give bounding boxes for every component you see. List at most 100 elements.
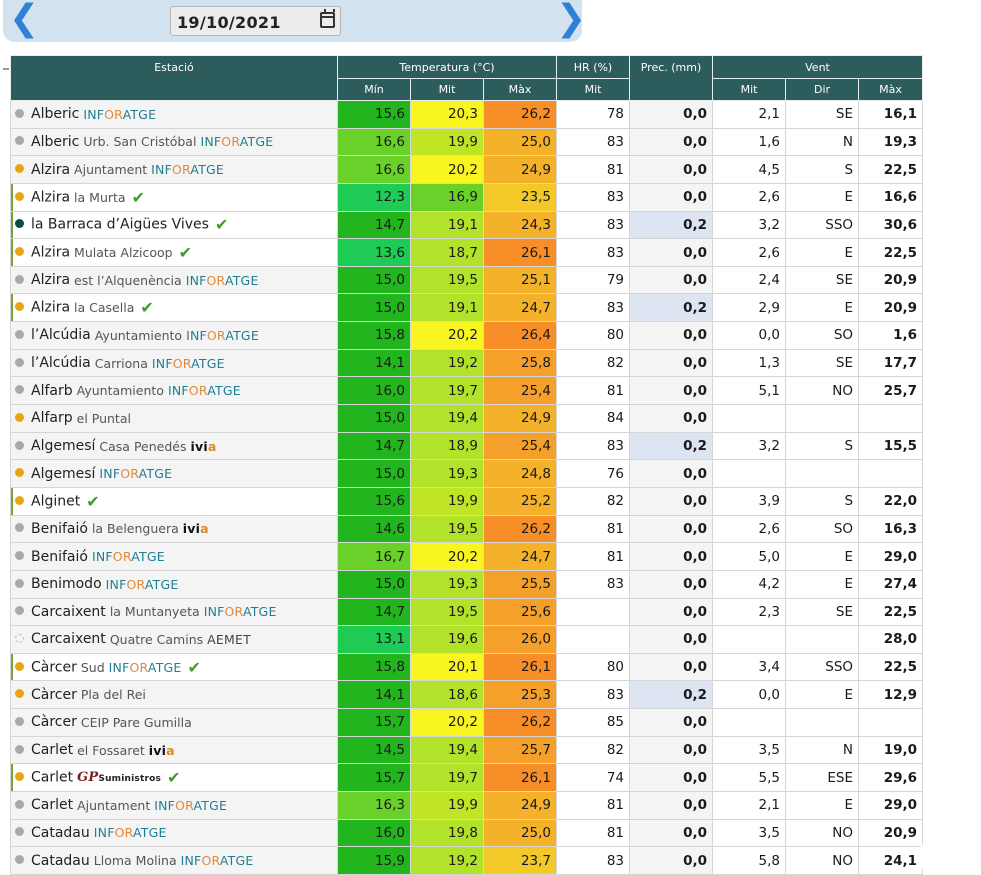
station-cell[interactable]: Algemesí INFORATGE bbox=[10, 459, 338, 488]
table-row[interactable]: Carlet Ajuntament INFORATGE 16,3 19,9 24,9 81 0… bbox=[10, 791, 924, 820]
table-row[interactable]: Carcaixent la Muntanyeta INFORATGE 14,7 19,5… bbox=[10, 597, 924, 627]
station-cell[interactable]: Carlet el Fossaret ivia bbox=[10, 735, 338, 765]
table-row[interactable]: l’Alcúdia Ayuntamiento INFORATGE 15,8 20,2 26… bbox=[10, 321, 924, 350]
station-name[interactable]: Càrcer bbox=[31, 687, 77, 703]
station-name[interactable]: la Barraca d’Aigües Vives bbox=[31, 217, 209, 233]
table-row[interactable]: Carcaixent Quatre Camins AEMET 13,1 19,6 26,0… bbox=[10, 625, 924, 654]
table-row[interactable]: Benifaió INFORATGE 16,7 20,2 24,7 81 0,0 5,0 E 29… bbox=[10, 542, 924, 571]
station-cell[interactable]: Catadau INFORATGE bbox=[10, 818, 338, 848]
table-row[interactable]: Alzira la Casella ✔ 15,0 19,1 24,7 83 0,2 2,9 E 20… bbox=[10, 293, 924, 323]
station-name[interactable]: Carcaixent bbox=[31, 604, 106, 620]
station-cell[interactable]: Alzira la Murta ✔ bbox=[10, 182, 338, 212]
date-picker-input[interactable]: 19/10/2021 bbox=[170, 6, 341, 36]
station-name[interactable]: Carlet bbox=[31, 770, 73, 786]
station-name[interactable]: Alzira bbox=[31, 300, 70, 316]
station-cell[interactable]: Alfarb Ayuntamiento INFORATGE bbox=[10, 376, 338, 406]
calendar-icon[interactable] bbox=[320, 9, 335, 28]
station-name[interactable]: Càrcer bbox=[31, 714, 77, 730]
chevron-right-icon[interactable]: ❯ bbox=[556, 1, 586, 37]
header-hr-mit[interactable]: Mit bbox=[556, 78, 631, 101]
station-cell[interactable]: Alzira Ajuntament INFORATGE bbox=[10, 155, 338, 184]
table-row[interactable]: Carlet el Fossaret ivia 14,5 19,4 25,7 82 0,0 3,… bbox=[10, 735, 924, 765]
station-cell[interactable]: la Barraca d’Aigües Vives ✔ bbox=[10, 210, 338, 240]
station-name[interactable]: Carcaixent bbox=[31, 631, 106, 647]
table-row[interactable]: Alberic INFORATGE 15,6 20,3 26,2 78 0,0 2,1 SE 16… bbox=[10, 100, 924, 129]
table-row[interactable]: Benimodo INFORATGE 15,0 19,3 25,5 83 0,0 4,2 E 27… bbox=[10, 569, 924, 599]
station-name[interactable]: Carlet bbox=[31, 797, 73, 813]
station-name[interactable]: Càrcer bbox=[31, 659, 77, 675]
station-name[interactable]: l’Alcúdia bbox=[31, 355, 91, 371]
table-row[interactable]: la Barraca d’Aigües Vives ✔ 14,7 19,1 24,3 83… bbox=[10, 210, 924, 240]
table-row[interactable]: Alfarp el Puntal 15,0 19,4 24,9 84 0,0 bbox=[10, 404, 924, 433]
station-name[interactable]: Alberic bbox=[31, 134, 79, 150]
header-temp-min[interactable]: Mín bbox=[337, 78, 411, 101]
table-row[interactable]: Càrcer Pla del Rei 14,1 18,6 25,3 83 0,2 0,0 E 12… bbox=[10, 680, 924, 710]
station-name[interactable]: l’Alcúdia bbox=[31, 327, 91, 343]
table-row[interactable]: Alzira la Murta ✔ 12,3 16,9 23,5 83 0,0 2,6 E 16,6 bbox=[10, 182, 924, 212]
table-row[interactable]: Alzira Mulata Alzicoop ✔ 13,6 18,7 26,1 83 0,0 2… bbox=[10, 238, 924, 267]
table-row[interactable]: Catadau INFORATGE 16,0 19,8 25,0 81 0,0 3,5 NO 20… bbox=[10, 818, 924, 848]
station-cell[interactable]: Alfarp el Puntal bbox=[10, 404, 338, 433]
station-cell[interactable]: Benifaió INFORATGE bbox=[10, 542, 338, 571]
station-cell[interactable]: Carcaixent Quatre Camins AEMET bbox=[10, 625, 338, 654]
station-cell[interactable]: Benimodo INFORATGE bbox=[10, 569, 338, 599]
date-value[interactable]: 19/10/2021 bbox=[177, 13, 281, 32]
header-station[interactable]: Estació bbox=[10, 55, 338, 101]
station-name[interactable]: Benifaió bbox=[31, 521, 88, 537]
station-name[interactable]: Alginet bbox=[31, 493, 80, 509]
station-cell[interactable]: l’Alcúdia Carriona INFORATGE bbox=[10, 348, 338, 378]
header-wind-max[interactable]: Màx bbox=[858, 78, 924, 101]
station-cell[interactable]: Carlet Ajuntament INFORATGE bbox=[10, 791, 338, 820]
table-row[interactable]: Alginet ✔ 15,6 19,9 25,2 82 0,0 3,9 S 22,0 bbox=[10, 486, 924, 516]
station-name[interactable]: Benifaió bbox=[31, 549, 88, 565]
header-temp-mit[interactable]: Mit bbox=[410, 78, 484, 101]
station-cell[interactable]: Alginet ✔ bbox=[10, 486, 338, 516]
station-name[interactable]: Alfarb bbox=[31, 383, 73, 399]
station-name[interactable]: Alfarp bbox=[31, 410, 73, 426]
station-cell[interactable]: Benifaió la Belenguera ivia bbox=[10, 514, 338, 544]
station-name[interactable]: Carlet bbox=[31, 742, 73, 758]
header-temp-max[interactable]: Màx bbox=[482, 78, 558, 101]
station-cell[interactable]: Alberic INFORATGE bbox=[10, 100, 338, 129]
station-name[interactable]: Catadau bbox=[31, 853, 90, 869]
station-cell[interactable]: Càrcer Pla del Rei bbox=[10, 680, 338, 710]
station-cell[interactable]: Algemesí Casa Penedés ivia bbox=[10, 431, 338, 461]
table-row[interactable]: Càrcer Sud INFORATGE ✔ 15,8 20,1 26,1 80 0,0 3,4 S… bbox=[10, 652, 924, 682]
station-name[interactable]: Algemesí bbox=[31, 438, 95, 454]
station-name[interactable]: Alzira bbox=[31, 162, 70, 178]
station-cell[interactable]: Alzira est l’Alquenència INFORATGE bbox=[10, 265, 338, 295]
station-cell[interactable]: Carlet GPSuministros ✔ bbox=[10, 763, 338, 793]
table-row[interactable]: Benifaió la Belenguera ivia 14,6 19,5 26,2 81 0… bbox=[10, 514, 924, 544]
header-precipitation[interactable]: Prec. (mm) bbox=[629, 55, 714, 101]
table-row[interactable]: Carlet GPSuministros ✔ 15,7 19,7 26,1 74 0,0 5,5… bbox=[10, 763, 924, 793]
table-row[interactable]: Alzira Ajuntament INFORATGE 16,6 20,2 24,9 81 0… bbox=[10, 155, 924, 184]
table-row[interactable]: Alfarb Ayuntamiento INFORATGE 16,0 19,7 25,4 8… bbox=[10, 376, 924, 406]
station-name[interactable]: Catadau bbox=[31, 825, 90, 841]
station-cell[interactable]: Alzira la Casella ✔ bbox=[10, 293, 338, 323]
station-cell[interactable]: Càrcer Sud INFORATGE ✔ bbox=[10, 652, 338, 682]
station-name[interactable]: Benimodo bbox=[31, 576, 102, 592]
table-row[interactable]: Alberic Urb. San Cristóbal INFORATGE 16,6 19… bbox=[10, 127, 924, 157]
station-name[interactable]: Alzira bbox=[31, 272, 70, 288]
station-cell[interactable]: Carcaixent la Muntanyeta INFORATGE bbox=[10, 597, 338, 627]
wind-dir-cell: E bbox=[785, 238, 860, 267]
station-cell[interactable]: Càrcer CEIP Pare Gumilla bbox=[10, 708, 338, 737]
station-name[interactable]: Alzira bbox=[31, 189, 70, 205]
station-name[interactable]: Alzira bbox=[31, 245, 70, 261]
station-cell[interactable]: Alberic Urb. San Cristóbal INFORATGE bbox=[10, 127, 338, 157]
header-wind-mit[interactable]: Mit bbox=[712, 78, 787, 101]
status-dot-icon bbox=[15, 661, 24, 671]
table-row[interactable]: Algemesí INFORATGE 15,0 19,3 24,8 76 0,0 bbox=[10, 459, 924, 488]
table-row[interactable]: Catadau Lloma Molina INFORATGE 15,9 19,2 23,7… bbox=[10, 846, 924, 875]
station-name[interactable]: Alberic bbox=[31, 106, 79, 122]
header-wind-dir[interactable]: Dir bbox=[785, 78, 860, 101]
table-row[interactable]: l’Alcúdia Carriona INFORATGE 14,1 19,2 25,8 82… bbox=[10, 348, 924, 378]
table-row[interactable]: Algemesí Casa Penedés ivia 14,7 18,9 25,4 83 0,… bbox=[10, 431, 924, 461]
station-cell[interactable]: l’Alcúdia Ayuntamiento INFORATGE bbox=[10, 321, 338, 350]
station-cell[interactable]: Catadau Lloma Molina INFORATGE bbox=[10, 846, 338, 875]
station-name[interactable]: Algemesí bbox=[31, 466, 95, 482]
table-row[interactable]: Càrcer CEIP Pare Gumilla 15,7 20,2 26,2 85 0,0 bbox=[10, 708, 924, 737]
chevron-left-icon[interactable]: ❮ bbox=[9, 1, 39, 37]
table-row[interactable]: Alzira est l’Alquenència INFORATGE 15,0 19,5… bbox=[10, 265, 924, 295]
station-cell[interactable]: Alzira Mulata Alzicoop ✔ bbox=[10, 238, 338, 267]
